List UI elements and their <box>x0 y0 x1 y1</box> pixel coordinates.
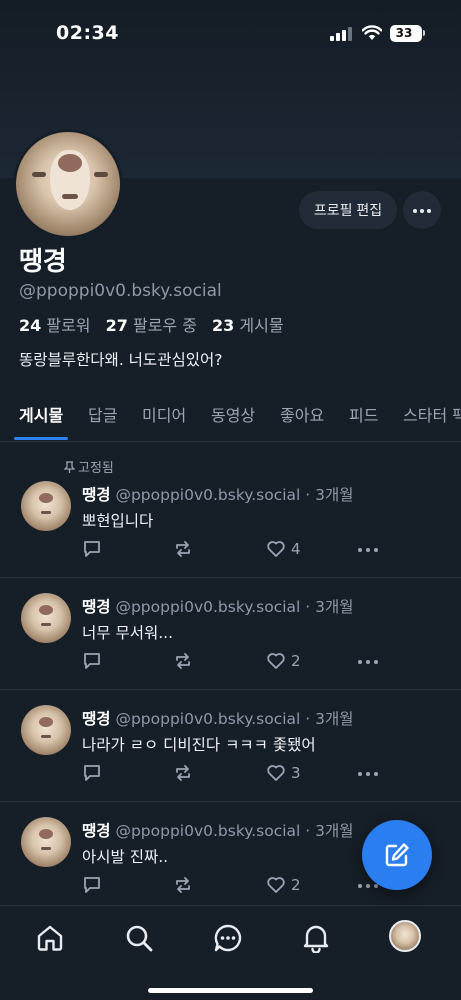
nav-notifications[interactable] <box>296 918 336 958</box>
profile-more-button[interactable] <box>403 191 441 229</box>
repost-icon[interactable] <box>173 539 193 561</box>
heart-icon[interactable] <box>266 539 286 561</box>
post-author[interactable]: 땡경 <box>82 486 111 504</box>
more-icon[interactable] <box>358 884 380 889</box>
post-item[interactable]: 땡경 @ppoppi0v0.bsky.social · 3개월 뽀현입니다 4 <box>0 466 461 578</box>
tab-starter-packs[interactable]: 스타터 팩 <box>403 402 461 426</box>
bottom-nav <box>0 905 461 1000</box>
post-meta: @ppoppi0v0.bsky.social · 3개월 <box>115 598 354 616</box>
more-icon[interactable] <box>358 772 380 777</box>
heart-icon[interactable] <box>266 875 286 897</box>
search-icon <box>126 925 153 952</box>
profile-bio: 똥랑블루한다왜. 너도관심있어? <box>19 351 223 369</box>
post-avatar[interactable] <box>21 705 71 755</box>
more-icon[interactable] <box>358 548 380 553</box>
nav-home[interactable] <box>30 918 70 958</box>
nav-profile-avatar[interactable] <box>389 920 421 952</box>
post-header: 땡경 @ppoppi0v0.bsky.social · 3개월 <box>82 483 354 505</box>
profile-avatar[interactable] <box>13 129 123 239</box>
chat-icon <box>214 924 242 952</box>
post-actions: 4 <box>82 539 382 563</box>
profile-tabs: 게시물 답글 미디어 동영상 좋아요 피드 스타터 팩 <box>0 394 461 442</box>
posts-label: 게시물 <box>239 316 284 335</box>
post-avatar[interactable] <box>21 593 71 643</box>
post-actions: 2 <box>82 875 382 899</box>
reply-icon[interactable] <box>82 651 102 673</box>
profile-stats: 24 팔로워 27 팔로우 중 23 게시물 <box>19 312 284 336</box>
repost-icon[interactable] <box>173 651 193 673</box>
post-text: 뽀현입니다 <box>82 512 154 530</box>
battery-nub <box>423 30 425 36</box>
nav-chat[interactable] <box>208 918 248 958</box>
repost-icon[interactable] <box>173 763 193 785</box>
post-avatar[interactable] <box>21 817 71 867</box>
like-count: 4 <box>291 540 301 558</box>
profile-handle: @ppoppi0v0.bsky.social <box>19 281 222 301</box>
reply-icon[interactable] <box>82 763 102 785</box>
post-meta: @ppoppi0v0.bsky.social · 3개월 <box>115 710 354 728</box>
post-header: 땡경 @ppoppi0v0.bsky.social · 3개월 <box>82 819 354 841</box>
followers-label: 팔로워 <box>46 316 91 335</box>
following-count: 27 <box>105 316 128 335</box>
like-count: 2 <box>291 876 301 894</box>
followers-stat[interactable]: 24 팔로워 <box>19 316 91 335</box>
active-tab-indicator <box>14 437 68 440</box>
like-count: 2 <box>291 652 301 670</box>
repost-icon[interactable] <box>173 875 193 897</box>
more-icon[interactable] <box>358 660 380 665</box>
status-time: 02:34 <box>56 22 119 44</box>
post-text: 나라가 ㄹㅇ 디비진다 ㅋㅋㅋ 좇됐어 <box>82 736 316 754</box>
status-bar: 02:34 33 <box>0 0 461 70</box>
reply-icon[interactable] <box>82 875 102 897</box>
tab-media[interactable]: 미디어 <box>142 402 186 426</box>
post-author[interactable]: 땡경 <box>82 710 111 728</box>
wifi-icon <box>361 25 383 41</box>
like-count: 3 <box>291 764 301 782</box>
cellular-signal-icon <box>330 27 352 41</box>
heart-icon[interactable] <box>266 763 286 785</box>
reply-icon[interactable] <box>82 539 102 561</box>
posts-stat: 23 게시물 <box>212 316 284 335</box>
post-text: 너무 무서워... <box>82 624 174 642</box>
following-stat[interactable]: 27 팔로우 중 <box>106 316 197 335</box>
tab-posts[interactable]: 게시물 <box>19 402 63 426</box>
post-text: 아시발 진짜.. <box>82 848 169 866</box>
compose-icon <box>385 843 409 867</box>
post-header: 땡경 @ppoppi0v0.bsky.social · 3개월 <box>82 707 354 729</box>
post-actions: 2 <box>82 651 382 675</box>
bell-icon <box>303 925 329 953</box>
post-actions: 3 <box>82 763 382 787</box>
post-author[interactable]: 땡경 <box>82 822 111 840</box>
home-indicator[interactable] <box>148 988 313 993</box>
tab-replies[interactable]: 답글 <box>88 402 117 426</box>
post-item[interactable]: 땡경 @ppoppi0v0.bsky.social · 3개월 너무 무서워..… <box>0 578 461 690</box>
heart-icon[interactable] <box>266 651 286 673</box>
post-avatar[interactable] <box>21 481 71 531</box>
nav-search[interactable] <box>119 918 159 958</box>
post-header: 땡경 @ppoppi0v0.bsky.social · 3개월 <box>82 595 354 617</box>
following-label: 팔로우 중 <box>132 316 197 335</box>
tab-feeds[interactable]: 피드 <box>349 402 378 426</box>
battery-icon: 33 <box>390 25 422 42</box>
battery-level: 33 <box>395 26 413 40</box>
post-item[interactable]: 땡경 @ppoppi0v0.bsky.social · 3개월 나라가 ㄹㅇ 디… <box>0 690 461 802</box>
post-author[interactable]: 땡경 <box>82 598 111 616</box>
post-meta: @ppoppi0v0.bsky.social · 3개월 <box>115 486 354 504</box>
edit-profile-button[interactable]: 프로필 편집 <box>299 191 397 229</box>
display-name: 땡경 <box>19 247 67 277</box>
home-icon <box>37 925 63 951</box>
tab-videos[interactable]: 동영상 <box>211 402 255 426</box>
post-meta: @ppoppi0v0.bsky.social · 3개월 <box>115 822 354 840</box>
followers-count: 24 <box>19 316 42 335</box>
tab-likes[interactable]: 좋아요 <box>280 402 324 426</box>
compose-button[interactable] <box>362 820 432 890</box>
posts-count: 23 <box>212 316 235 335</box>
